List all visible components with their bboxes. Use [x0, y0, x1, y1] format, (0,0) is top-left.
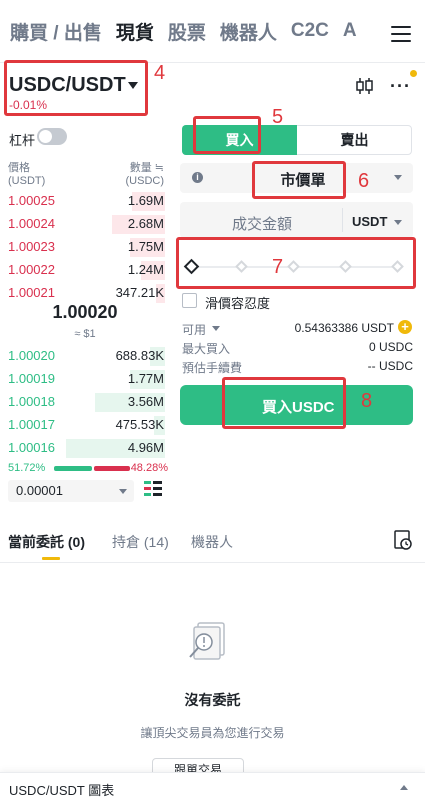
slippage-checkbox[interactable]: [182, 293, 197, 308]
ask-row[interactable]: 1.00021 347.21K: [0, 282, 170, 304]
amount-unit[interactable]: USDT: [352, 214, 387, 229]
sell-ratio-bar: [94, 466, 130, 471]
chevron-down-icon: [394, 220, 402, 225]
tab-positions[interactable]: 持倉 (14): [112, 532, 169, 552]
mid-price-usd: ≈ $1: [74, 328, 96, 340]
ask-quantity: 347.21K: [115, 285, 164, 300]
more-options-icon[interactable]: ···: [390, 77, 411, 95]
chart-bar-label: USDC/USDT 圖表: [9, 783, 115, 798]
max-buy-value: 0 USDC: [368, 340, 413, 354]
chevron-down-icon: [212, 326, 220, 331]
annotation-box-4: [4, 60, 148, 116]
active-tab-indicator: [42, 557, 60, 560]
tab-spot[interactable]: 現貨: [116, 18, 154, 45]
candlestick-chart-icon[interactable]: [354, 77, 374, 95]
bid-row[interactable]: 1.00017 475.53K: [0, 414, 170, 436]
chevron-down-icon: [394, 175, 402, 180]
max-buy-label: 最大買入: [182, 342, 231, 356]
annotation-number-6: 6: [358, 170, 370, 192]
order-history-icon[interactable]: [394, 530, 412, 550]
ask-row[interactable]: 1.00024 2.68M: [0, 213, 170, 235]
ask-row[interactable]: 1.00023 1.75M: [0, 236, 170, 258]
available-label[interactable]: 可用: [182, 321, 206, 338]
bid-price: 1.00020: [8, 348, 55, 363]
orders-divider: [0, 562, 425, 563]
bid-quantity: 3.56M: [127, 394, 164, 409]
top-nav: 購買 / 出售 現貨 股票 機器人 C2C A: [0, 0, 425, 62]
annotation-number-8: 8: [361, 390, 373, 412]
tab-bots[interactable]: 機器人: [220, 18, 277, 45]
annotation-number-4: 4: [154, 62, 166, 84]
buy-sell-ratio: 51.72% 48.28%: [8, 462, 168, 476]
amount-placeholder: 成交金額: [231, 216, 292, 233]
mid-price: 1.00020: [52, 302, 118, 322]
leverage-label: 杠杆: [9, 133, 36, 148]
ask-price: 1.00022: [8, 262, 55, 277]
precision-select[interactable]: 0.00001: [8, 480, 134, 502]
bid-quantity: 4.96M: [127, 440, 164, 455]
ask-row[interactable]: 1.00022 1.24M: [0, 259, 170, 281]
bid-price: 1.00016: [8, 440, 55, 455]
chevron-up-icon[interactable]: [400, 785, 408, 790]
empty-document-icon: [189, 622, 225, 660]
tab-open-orders[interactable]: 當前委託 (0): [8, 532, 85, 552]
ask-price: 1.00023: [8, 239, 55, 254]
available-value: 0.54363386 USDT: [294, 321, 394, 335]
hamburger-menu-icon[interactable]: [391, 26, 411, 42]
annotation-number-5: 5: [272, 106, 284, 128]
bid-row[interactable]: 1.00016 4.96M: [0, 437, 170, 459]
ask-quantity: 1.75M: [127, 239, 164, 254]
ask-price: 1.00025: [8, 193, 55, 208]
ask-quantity: 1.24M: [127, 262, 164, 277]
chevron-down-icon: [119, 489, 127, 494]
buy-ratio: 51.72%: [8, 462, 46, 474]
annotation-box-6: [252, 161, 346, 199]
tab-order-bots[interactable]: 機器人: [191, 532, 233, 552]
quantity-header[interactable]: 數量 ≒ (USDC): [126, 162, 165, 188]
bid-price: 1.00018: [8, 394, 55, 409]
bid-quantity: 475.53K: [115, 417, 164, 432]
info-icon[interactable]: i: [192, 172, 203, 183]
fee-label: 預估手續費: [182, 361, 243, 375]
fee-value: -- USDC: [367, 359, 413, 373]
orderbook-layout-icon[interactable]: [144, 480, 162, 498]
ask-quantity: 2.68M: [127, 216, 164, 231]
empty-subtitle: 讓頂尖交易員為您進行交易: [140, 726, 285, 740]
sell-tab[interactable]: 賣出: [297, 125, 412, 155]
price-header: 價格 (USDT): [8, 162, 46, 187]
slippage-label: 滑價容忍度: [205, 296, 271, 311]
precision-value: 0.00001: [16, 483, 63, 498]
tab-stocks[interactable]: 股票: [168, 18, 206, 45]
sell-ratio: 48.28%: [130, 462, 168, 474]
ask-price: 1.00024: [8, 216, 55, 231]
leverage-toggle[interactable]: [37, 128, 67, 145]
buy-ratio-bar: [54, 466, 92, 471]
annotation-number-7: 7: [272, 256, 284, 278]
bid-quantity: 688.83K: [115, 348, 164, 363]
annotation-box-7: [176, 237, 416, 289]
bid-row[interactable]: 1.00019 1.77M: [0, 368, 170, 390]
add-funds-icon[interactable]: +: [398, 320, 412, 334]
ask-row[interactable]: 1.00025 1.69M: [0, 190, 170, 212]
ask-price: 1.00021: [8, 285, 55, 300]
bid-price: 1.00019: [8, 371, 55, 386]
bid-price: 1.00017: [8, 417, 55, 432]
bid-row[interactable]: 1.00020 688.83K: [0, 345, 170, 367]
notification-dot-icon: [410, 70, 417, 77]
empty-title: 沒有委託: [184, 692, 241, 708]
annotation-box-8: [222, 377, 346, 429]
bid-row[interactable]: 1.00018 3.56M: [0, 391, 170, 413]
orders-tabs: 當前委託 (0) 持倉 (14) 機器人: [0, 528, 425, 558]
tab-c2c[interactable]: C2C: [291, 20, 329, 42]
tab-more[interactable]: A: [343, 20, 357, 42]
amount-divider: [342, 208, 343, 232]
bid-quantity: 1.77M: [127, 371, 164, 386]
tab-buy-sell[interactable]: 購買 / 出售: [10, 18, 102, 45]
ask-quantity: 1.69M: [127, 193, 164, 208]
annotation-box-5: [193, 116, 261, 154]
